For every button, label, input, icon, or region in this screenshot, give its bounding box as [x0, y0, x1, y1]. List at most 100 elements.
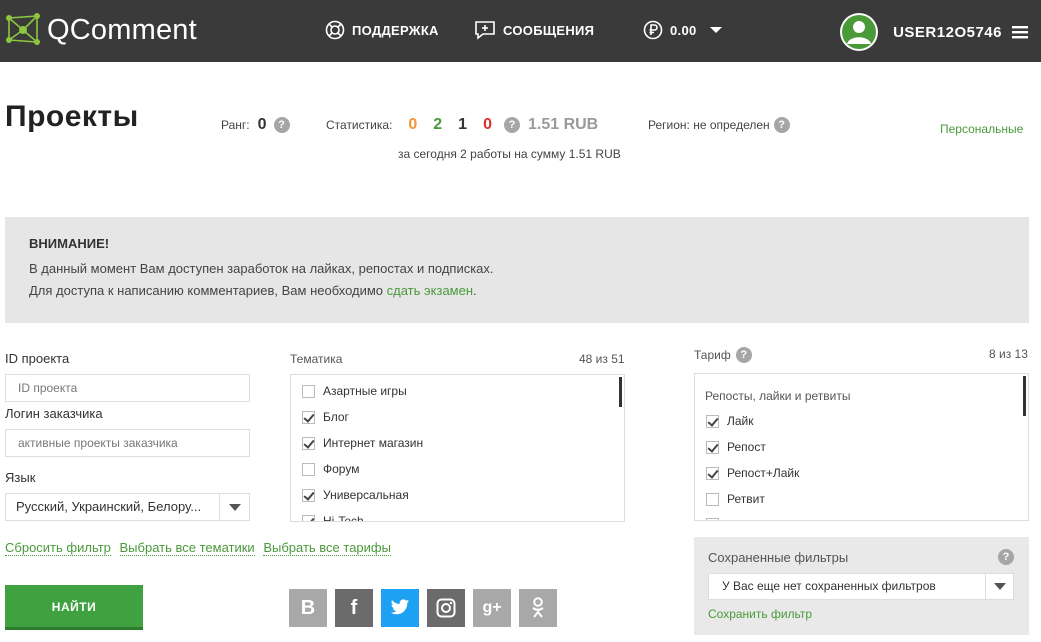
stats-label: Статистика: — [326, 118, 393, 132]
tariff-count: 8 из 13 — [989, 347, 1028, 361]
stats-help-icon[interactable]: ? — [503, 117, 520, 133]
customer-input[interactable]: активные проекты заказчика — [5, 429, 250, 457]
attention-text: . — [473, 283, 477, 298]
tariff-item[interactable]: Лайк — [706, 414, 754, 428]
find-button[interactable]: НАЙТИ — [5, 585, 143, 630]
topic-label: Форум — [323, 462, 360, 476]
stat-value: 0 — [483, 116, 492, 133]
saved-filters-panel: Сохраненные фильтры ? У Вас еще нет сохр… — [694, 537, 1029, 635]
avatar[interactable] — [840, 13, 879, 51]
attention-line: В данный момент Вам доступен заработок н… — [29, 261, 494, 276]
checkbox[interactable] — [302, 384, 315, 398]
rank-value: 0 — [257, 116, 267, 133]
chevron-down-icon[interactable] — [985, 574, 1013, 599]
vk-icon[interactable]: В — [289, 589, 327, 627]
topic-item[interactable]: Hi-Tech — [302, 514, 364, 521]
messages-label: СООБЩЕНИЯ — [503, 22, 595, 38]
language-value: Русский, Украинский, Белору... — [16, 499, 202, 514]
topic-label: Блог — [323, 410, 349, 424]
project-id-input[interactable]: ID проекта — [5, 374, 250, 402]
checkbox[interactable] — [706, 466, 719, 480]
checkbox[interactable] — [302, 514, 315, 521]
save-filter-link[interactable]: Сохранить фильтр — [708, 607, 812, 621]
page-title: Проекты — [5, 100, 139, 133]
user-avatar-icon — [842, 15, 877, 49]
saved-filters-help-icon[interactable]: ? — [998, 549, 1014, 565]
tariff-item-label: Репост+Лайк — [727, 466, 800, 480]
topic-item[interactable]: Интернет магазин — [302, 436, 423, 450]
tariff-item-label: Репост — [727, 440, 766, 454]
odnoklassniki-icon[interactable] — [519, 589, 557, 627]
topic-item[interactable]: Универсальная — [302, 488, 409, 502]
personal-link[interactable]: Персональные — [940, 122, 1023, 136]
instagram-icon[interactable] — [427, 589, 465, 627]
checkbox[interactable] — [302, 436, 315, 450]
checkbox[interactable] — [302, 462, 315, 476]
user-menu[interactable]: USER12O5746 — [840, 13, 1029, 51]
menu-icon[interactable] — [1011, 24, 1029, 40]
stat-value: 2 — [433, 116, 443, 133]
facebook-icon[interactable]: f — [335, 589, 373, 627]
message-plus-icon — [475, 21, 495, 40]
checkbox[interactable] — [706, 414, 719, 428]
balance-value: 0.00 — [670, 22, 697, 38]
checkbox[interactable] — [302, 410, 315, 424]
attention-notice: ВНИМАНИЕ! В данный момент Вам доступен з… — [5, 217, 1029, 323]
topic-item[interactable]: Азартные игры — [302, 384, 407, 398]
messages-link[interactable]: СООБЩЕНИЯ — [474, 20, 594, 40]
tariff-item[interactable] — [706, 518, 727, 520]
language-select[interactable]: Русский, Украинский, Белору... — [5, 493, 250, 521]
scrollbar[interactable] — [1023, 376, 1026, 416]
vk-glyph: В — [300, 597, 316, 619]
caret-down-icon — [709, 27, 722, 33]
tariff-group-label: Репосты, лайки и ретвиты — [705, 389, 851, 403]
balance-dropdown[interactable]: 0.00 — [643, 20, 730, 40]
topic-label: Универсальная — [323, 488, 409, 502]
ruble-icon — [643, 20, 663, 40]
topic-item[interactable]: Форум — [302, 462, 359, 476]
instagram-glyph — [436, 598, 456, 618]
tariff-item[interactable]: Репост — [706, 440, 766, 454]
language-label: Язык — [5, 470, 36, 485]
twitter-icon[interactable] — [381, 589, 419, 627]
region-label: Регион: не определен — [648, 118, 770, 132]
tariff-help-icon[interactable]: ? — [735, 347, 752, 363]
exam-link[interactable]: сдать экзамен — [387, 283, 473, 298]
checkbox[interactable] — [706, 440, 719, 454]
tariff-list[interactable]: Репосты, лайки и ретвиты Лайк Репост Реп… — [694, 373, 1029, 521]
stats-block: Статистика: 0 2 1 0 ? 1.51 RUB — [326, 116, 598, 134]
topic-label: Азартные игры — [323, 384, 407, 398]
reset-filter-link[interactable]: Сбросить фильтр — [5, 540, 111, 556]
attention-title: ВНИМАНИЕ! — [29, 236, 110, 251]
chevron-down-icon[interactable] — [219, 494, 249, 520]
topics-label: Тематика — [290, 352, 343, 366]
scrollbar[interactable] — [619, 377, 622, 407]
twitter-bird — [390, 599, 410, 615]
region-help-icon[interactable]: ? — [773, 117, 790, 133]
attention-line: Для доступа к написанию комментариев, Ва… — [29, 280, 1005, 302]
top-bar: QComment ПОДДЕРЖКА СООБЩЕНИЯ 0.00 USER12… — [0, 0, 1041, 62]
checkbox[interactable] — [302, 488, 315, 502]
checkbox[interactable] — [706, 518, 719, 520]
select-all-topics-link[interactable]: Выбрать все тематики — [119, 540, 255, 556]
filter-links: Сбросить фильтр Выбрать все тематики Выб… — [5, 540, 396, 556]
support-link[interactable]: ПОДДЕРЖКА — [325, 20, 439, 40]
rank-label: Ранг: — [221, 118, 250, 132]
google-plus-glyph: g+ — [482, 599, 502, 616]
rank-help-icon[interactable]: ? — [273, 117, 290, 133]
logo[interactable]: QComment — [5, 10, 197, 50]
topics-count: 48 из 51 — [579, 352, 625, 366]
stats-sum: 1.51 RUB — [527, 116, 599, 133]
saved-filters-select[interactable]: У Вас еще нет сохраненных фильтров — [708, 573, 1014, 600]
logo-text: QComment — [47, 13, 197, 46]
tariff-label: Тариф — [694, 348, 731, 362]
tariff-item[interactable]: Ретвит — [706, 492, 765, 506]
google-plus-icon[interactable]: g+ — [473, 589, 511, 627]
select-all-tariffs-link[interactable]: Выбрать все тарифы — [263, 540, 391, 556]
checkbox[interactable] — [706, 492, 719, 506]
customer-label: Логин заказчика — [5, 406, 103, 421]
topics-list[interactable]: Азартные игры Блог Интернет магазин Фору… — [290, 374, 625, 522]
topic-label: Интернет магазин — [323, 436, 424, 450]
tariff-item[interactable]: Репост+Лайк — [706, 466, 799, 480]
topic-item[interactable]: Блог — [302, 410, 349, 424]
